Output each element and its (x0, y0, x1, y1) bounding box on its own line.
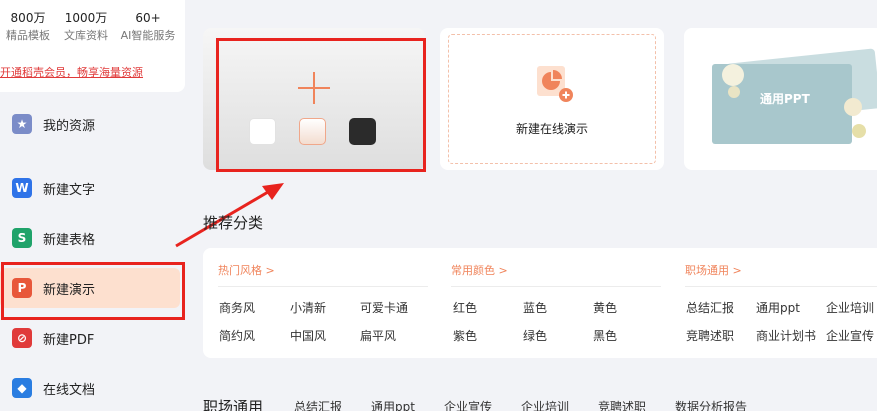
category-head-workplace[interactable]: 职场通用 > (685, 262, 742, 278)
star-icon: ★ (12, 114, 32, 134)
sidebar-item-online-doc[interactable]: ◆ 在线文档 (0, 368, 180, 408)
stat-label: 精品模板 (6, 29, 50, 42)
stat-templates: 800万 精品模板 (0, 10, 58, 46)
category-tag[interactable]: 红色 (453, 299, 477, 316)
template-title: 通用PPT (760, 92, 810, 106)
category-tag[interactable]: 企业宣传 (826, 327, 874, 344)
highlight-box-blank-card (216, 38, 426, 172)
category-tag[interactable]: 蓝色 (523, 299, 547, 316)
online-doc-icon: ◆ (12, 378, 32, 398)
sidebar-item-my-resources[interactable]: ★ 我的资源 (0, 104, 180, 144)
filter-tab[interactable]: 数据分析报告 (675, 398, 747, 411)
filter-tab[interactable]: 通用ppt (371, 398, 415, 411)
sidebar-item-label: 新建表格 (43, 232, 96, 248)
category-tag[interactable]: 简约风 (219, 327, 255, 344)
sidebar-item-new-writer[interactable]: W 新建文字 (0, 168, 180, 208)
flower-decoration (852, 124, 866, 138)
stat-label: 文库资料 (64, 29, 108, 42)
stat-documents: 1000万 文库资料 (56, 10, 116, 46)
category-card: 热门风格 > 商务风 小清新 可爱卡通 简约风 中国风 扁平风 常用颜色 > 红… (203, 248, 877, 358)
sidebar-item-label: 我的资源 (43, 118, 96, 134)
category-tag[interactable]: 企业培训 (826, 299, 874, 316)
sidebar-item-new-sheet[interactable]: S 新建表格 (0, 218, 180, 258)
divider (218, 286, 428, 287)
filter-tab[interactable]: 企业宣传 (444, 398, 492, 411)
flower-decoration (728, 86, 740, 98)
stat-label: AI智能服务 (120, 29, 176, 42)
sidebar-item-label: 新建PDF (43, 332, 95, 348)
online-presentation-label: 新建在线演示 (515, 122, 588, 136)
sidebar: 800万 精品模板 1000万 文库资料 60+ AI智能服务 开通稻壳会员，畅… (0, 0, 196, 411)
pdf-icon: ⊘ (12, 328, 32, 348)
ppt-template-card[interactable]: 通用PPT (684, 28, 877, 170)
divider (685, 286, 877, 287)
category-head-style[interactable]: 热门风格 > (218, 262, 275, 278)
category-head-color[interactable]: 常用颜色 > (451, 262, 508, 278)
category-tag[interactable]: 绿色 (523, 327, 547, 344)
category-tag[interactable]: 商业计划书 (756, 327, 816, 344)
membership-promo-card: 800万 精品模板 1000万 文库资料 60+ AI智能服务 开通稻壳会员，畅… (0, 0, 185, 92)
sidebar-item-label: 新建文字 (43, 182, 96, 198)
stat-ai-services: 60+ AI智能服务 (118, 10, 178, 46)
category-tag[interactable]: 黄色 (593, 299, 617, 316)
membership-promo-link[interactable]: 开通稻壳会员，畅享海量资源 (0, 64, 143, 80)
category-tag[interactable]: 小清新 (290, 299, 326, 316)
category-tag[interactable]: 可爱卡通 (360, 299, 408, 316)
stat-number: 800万 (10, 11, 46, 25)
flower-decoration (844, 98, 862, 116)
recommend-section-title: 推荐分类 (203, 214, 264, 232)
workplace-section-title: 职场通用 (203, 398, 264, 411)
filter-tab[interactable]: 企业培训 (521, 398, 569, 411)
online-presentation-icon (537, 66, 573, 102)
flower-decoration (722, 64, 744, 86)
wps-writer-icon: W (12, 178, 32, 198)
wps-sheet-icon: S (12, 228, 32, 248)
sidebar-item-new-pdf[interactable]: ⊘ 新建PDF (0, 318, 180, 358)
filter-tab[interactable]: 竞聘述职 (598, 398, 646, 411)
category-tag[interactable]: 竞聘述职 (686, 327, 734, 344)
sidebar-item-label: 在线文档 (43, 382, 96, 398)
category-tag[interactable]: 黑色 (593, 327, 617, 344)
filter-tab[interactable]: 总结汇报 (294, 398, 342, 411)
category-tag[interactable]: 中国风 (290, 327, 326, 344)
highlight-box-nav (1, 262, 185, 320)
category-tag[interactable]: 总结汇报 (686, 299, 734, 316)
category-tag[interactable]: 扁平风 (360, 327, 396, 344)
stat-number: 60+ (135, 11, 161, 25)
new-online-presentation-card[interactable]: 新建在线演示 (440, 28, 664, 170)
category-tag[interactable]: 商务风 (219, 299, 255, 316)
stat-number: 1000万 (64, 11, 108, 25)
category-tag[interactable]: 紫色 (453, 327, 477, 344)
category-tag[interactable]: 通用ppt (756, 299, 800, 316)
divider (451, 286, 661, 287)
